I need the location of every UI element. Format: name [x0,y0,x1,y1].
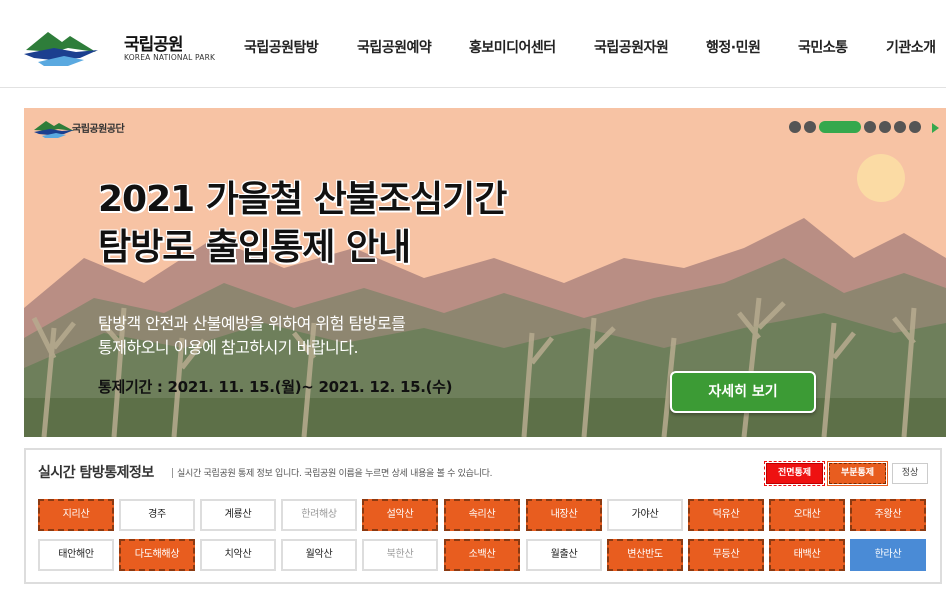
nav-administration[interactable]: 행정·민원 [706,37,761,57]
park-button[interactable]: 지리산 [38,499,114,531]
park-button[interactable]: 가야산 [607,499,683,531]
nav-media-center[interactable]: 홍보미디어센터 [469,37,556,57]
park-button[interactable]: 변산반도 [607,539,683,571]
park-button[interactable]: 오대산 [769,499,845,531]
banner-title-line1: 2021 가을철 산불조심기간 [98,179,507,220]
slide-dot[interactable] [909,121,921,133]
park-button[interactable]: 태백산 [769,539,845,571]
control-period: 통제기간 : 2021. 11. 15.(월)~ 2021. 12. 15.(수… [98,378,453,396]
banner-title: 2021 가을철 산불조심기간 탐방로 출입통제 안내 [98,176,507,272]
park-button[interactable]: 월악산 [281,539,357,571]
legend-partial-closure: 부분통제 [827,461,888,486]
park-button[interactable]: 무등산 [688,539,764,571]
banner-desc-line1: 탐방객 안전과 산불예방을 위하여 위험 탐방로를 [98,314,406,333]
park-button[interactable]: 북한산 [362,539,438,571]
logo-mountain-icon [24,32,98,66]
logo-english: KOREA NATIONAL PARK [124,53,216,62]
banner-title-line2: 탐방로 출입통제 안내 [98,227,411,268]
park-button[interactable]: 한라산 [850,539,926,571]
park-button[interactable]: 내장산 [526,499,602,531]
title-divider [172,468,173,478]
nav-reservation[interactable]: 국립공원예약 [357,37,432,57]
park-button[interactable]: 치악산 [200,539,276,571]
slide-dot[interactable] [789,121,801,133]
banner-desc-line2: 통제하오니 이용에 참고하시기 바랍니다. [98,338,359,357]
nav-park-resources[interactable]: 국립공원자원 [594,37,669,57]
org-name: 국립공원공단 [72,124,125,135]
slide-dot[interactable] [864,121,876,133]
logo[interactable]: 국립공원 KOREA NATIONAL PARK [24,24,216,68]
nav-communication[interactable]: 국민소통 [798,37,848,57]
legend-normal: 정상 [892,463,928,484]
site-header: 국립공원 KOREA NATIONAL PARK 국립공원탐방 국립공원예약 홍… [0,0,946,88]
park-button[interactable]: 계룡산 [200,499,276,531]
park-button[interactable]: 설악산 [362,499,438,531]
banner-description: 탐방객 안전과 산불예방을 위하여 위험 탐방로를 통제하오니 이용에 참고하시… [98,312,406,360]
park-button[interactable]: 월출산 [526,539,602,571]
slide-dot[interactable] [894,121,906,133]
park-button[interactable]: 다도해해상 [119,539,195,571]
park-button[interactable]: 덕유산 [688,499,764,531]
park-button[interactable]: 태안해안 [38,539,114,571]
logo-korean: 국립공원 [124,35,184,55]
slide-dot-active[interactable] [819,121,861,133]
park-button[interactable]: 한려해상 [281,499,357,531]
park-button[interactable]: 속리산 [444,499,520,531]
nav-park-visit[interactable]: 국립공원탐방 [244,37,319,57]
slide-dot[interactable] [879,121,891,133]
org-logo-icon [34,121,74,138]
main-banner[interactable]: 국립공원공단 2021 가을철 산불조심기간 탐방로 출입통제 안내 탐방객 안… [24,108,946,437]
realtime-control-panel: 실시간 탐방통제정보 실시간 국립공원 통제 정보 입니다. 국립공원 이름을 … [24,448,942,584]
realtime-description: 실시간 국립공원 통제 정보 입니다. 국립공원 이름을 누르면 상세 내용을 … [177,469,493,479]
park-button[interactable]: 경주 [119,499,195,531]
legend-full-closure: 전면통제 [764,461,825,486]
park-button[interactable]: 주왕산 [850,499,926,531]
park-button[interactable]: 소백산 [444,539,520,571]
nav-about[interactable]: 기관소개 [886,37,936,57]
slide-dot[interactable] [804,121,816,133]
play-icon[interactable] [932,123,939,133]
realtime-title: 실시간 탐방통제정보 [38,465,154,481]
details-button[interactable]: 자세히 보기 [670,371,816,413]
